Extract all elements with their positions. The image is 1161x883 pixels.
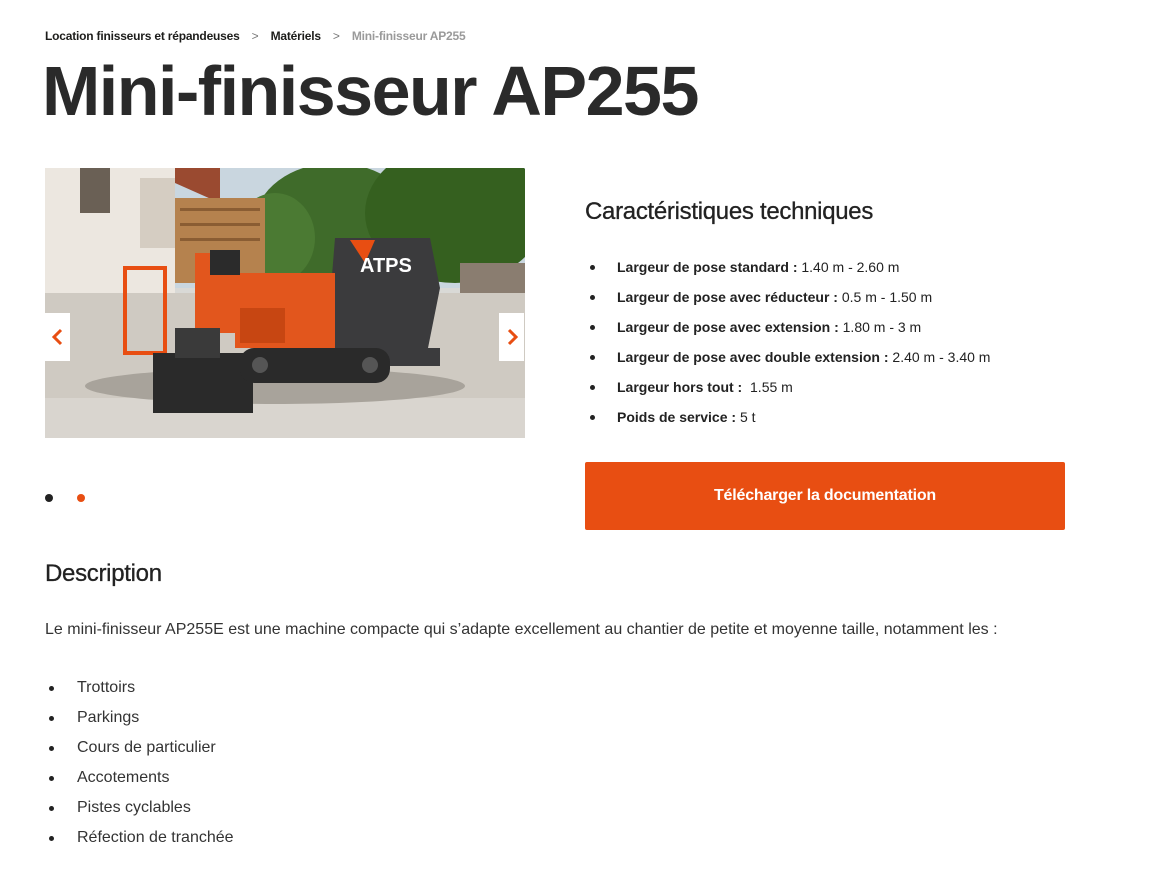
spec-value: 2.40 m - 3.40 m [888,349,991,365]
carousel-prev-button[interactable] [45,313,70,361]
spec-value: 1.40 m - 2.60 m [797,259,900,275]
list-item: Accotements [45,767,234,797]
chevron-left-icon [51,328,62,346]
breadcrumb-link-materiels[interactable]: Matériels [271,29,321,43]
spec-label: Largeur hors tout : [617,379,743,395]
product-image-carousel[interactable]: ATPS [45,168,525,438]
list-item: Parkings [45,707,234,737]
list-item: Trottoirs [45,677,234,707]
list-item: Pistes cyclables [45,797,234,827]
breadcrumb-separator: > [251,29,259,43]
spec-label: Poids de service : [617,409,737,425]
spec-item: Largeur de pose avec double extension : … [585,347,1105,377]
breadcrumb-separator: > [332,29,340,43]
carousel-next-button[interactable] [499,313,524,361]
spec-item: Largeur de pose avec extension : 1.80 m … [585,317,1105,347]
spec-value: 1.80 m - 3 m [838,319,922,335]
specs-title: Caractéristiques techniques [585,198,874,225]
paver-machine-photo: ATPS [45,168,525,438]
spec-value: 5 t [736,409,756,425]
list-item: Réfection de tranchée [45,827,234,857]
description-text: Le mini-finisseur AP255E est une machine… [45,621,998,638]
carousel-dot-1[interactable] [45,494,53,502]
spec-item: Largeur de pose standard : 1.40 m - 2.60… [585,257,1105,287]
carousel-pagination [45,494,109,502]
technical-specs: Caractéristiques techniques Largeur de p… [585,198,1105,425]
specs-list: Largeur de pose standard : 1.40 m - 2.60… [585,257,1105,437]
spec-label: Largeur de pose avec extension : [617,319,839,335]
breadcrumb-current: Mini-finisseur AP255 [351,29,466,43]
page-title: Mini-finisseur AP255 [42,52,699,130]
description-list: Trottoirs Parkings Cours de particulier … [45,677,234,857]
carousel-dot-2-active[interactable] [77,494,85,502]
chevron-right-icon [507,328,518,346]
list-item: Cours de particulier [45,737,234,767]
breadcrumb: Location finisseurs et répandeuses > Mat… [45,29,466,43]
spec-label: Largeur de pose avec double extension : [617,349,889,365]
download-documentation-button[interactable]: Télécharger la documentation [585,462,1065,530]
spec-value: 1.55 m [742,379,793,395]
spec-item: Largeur de pose avec réducteur : 0.5 m -… [585,287,1105,317]
spec-label: Largeur de pose standard : [617,259,798,275]
atps-logo-text: ATPS [360,255,412,277]
spec-item: Poids de service : 5 t [585,407,1105,437]
description-title: Description [45,560,162,587]
spec-value: 0.5 m - 1.50 m [837,289,933,305]
breadcrumb-link-location[interactable]: Location finisseurs et répandeuses [45,29,240,43]
spec-item: Largeur hors tout : 1.55 m [585,377,1105,407]
spec-label: Largeur de pose avec réducteur : [617,289,838,305]
